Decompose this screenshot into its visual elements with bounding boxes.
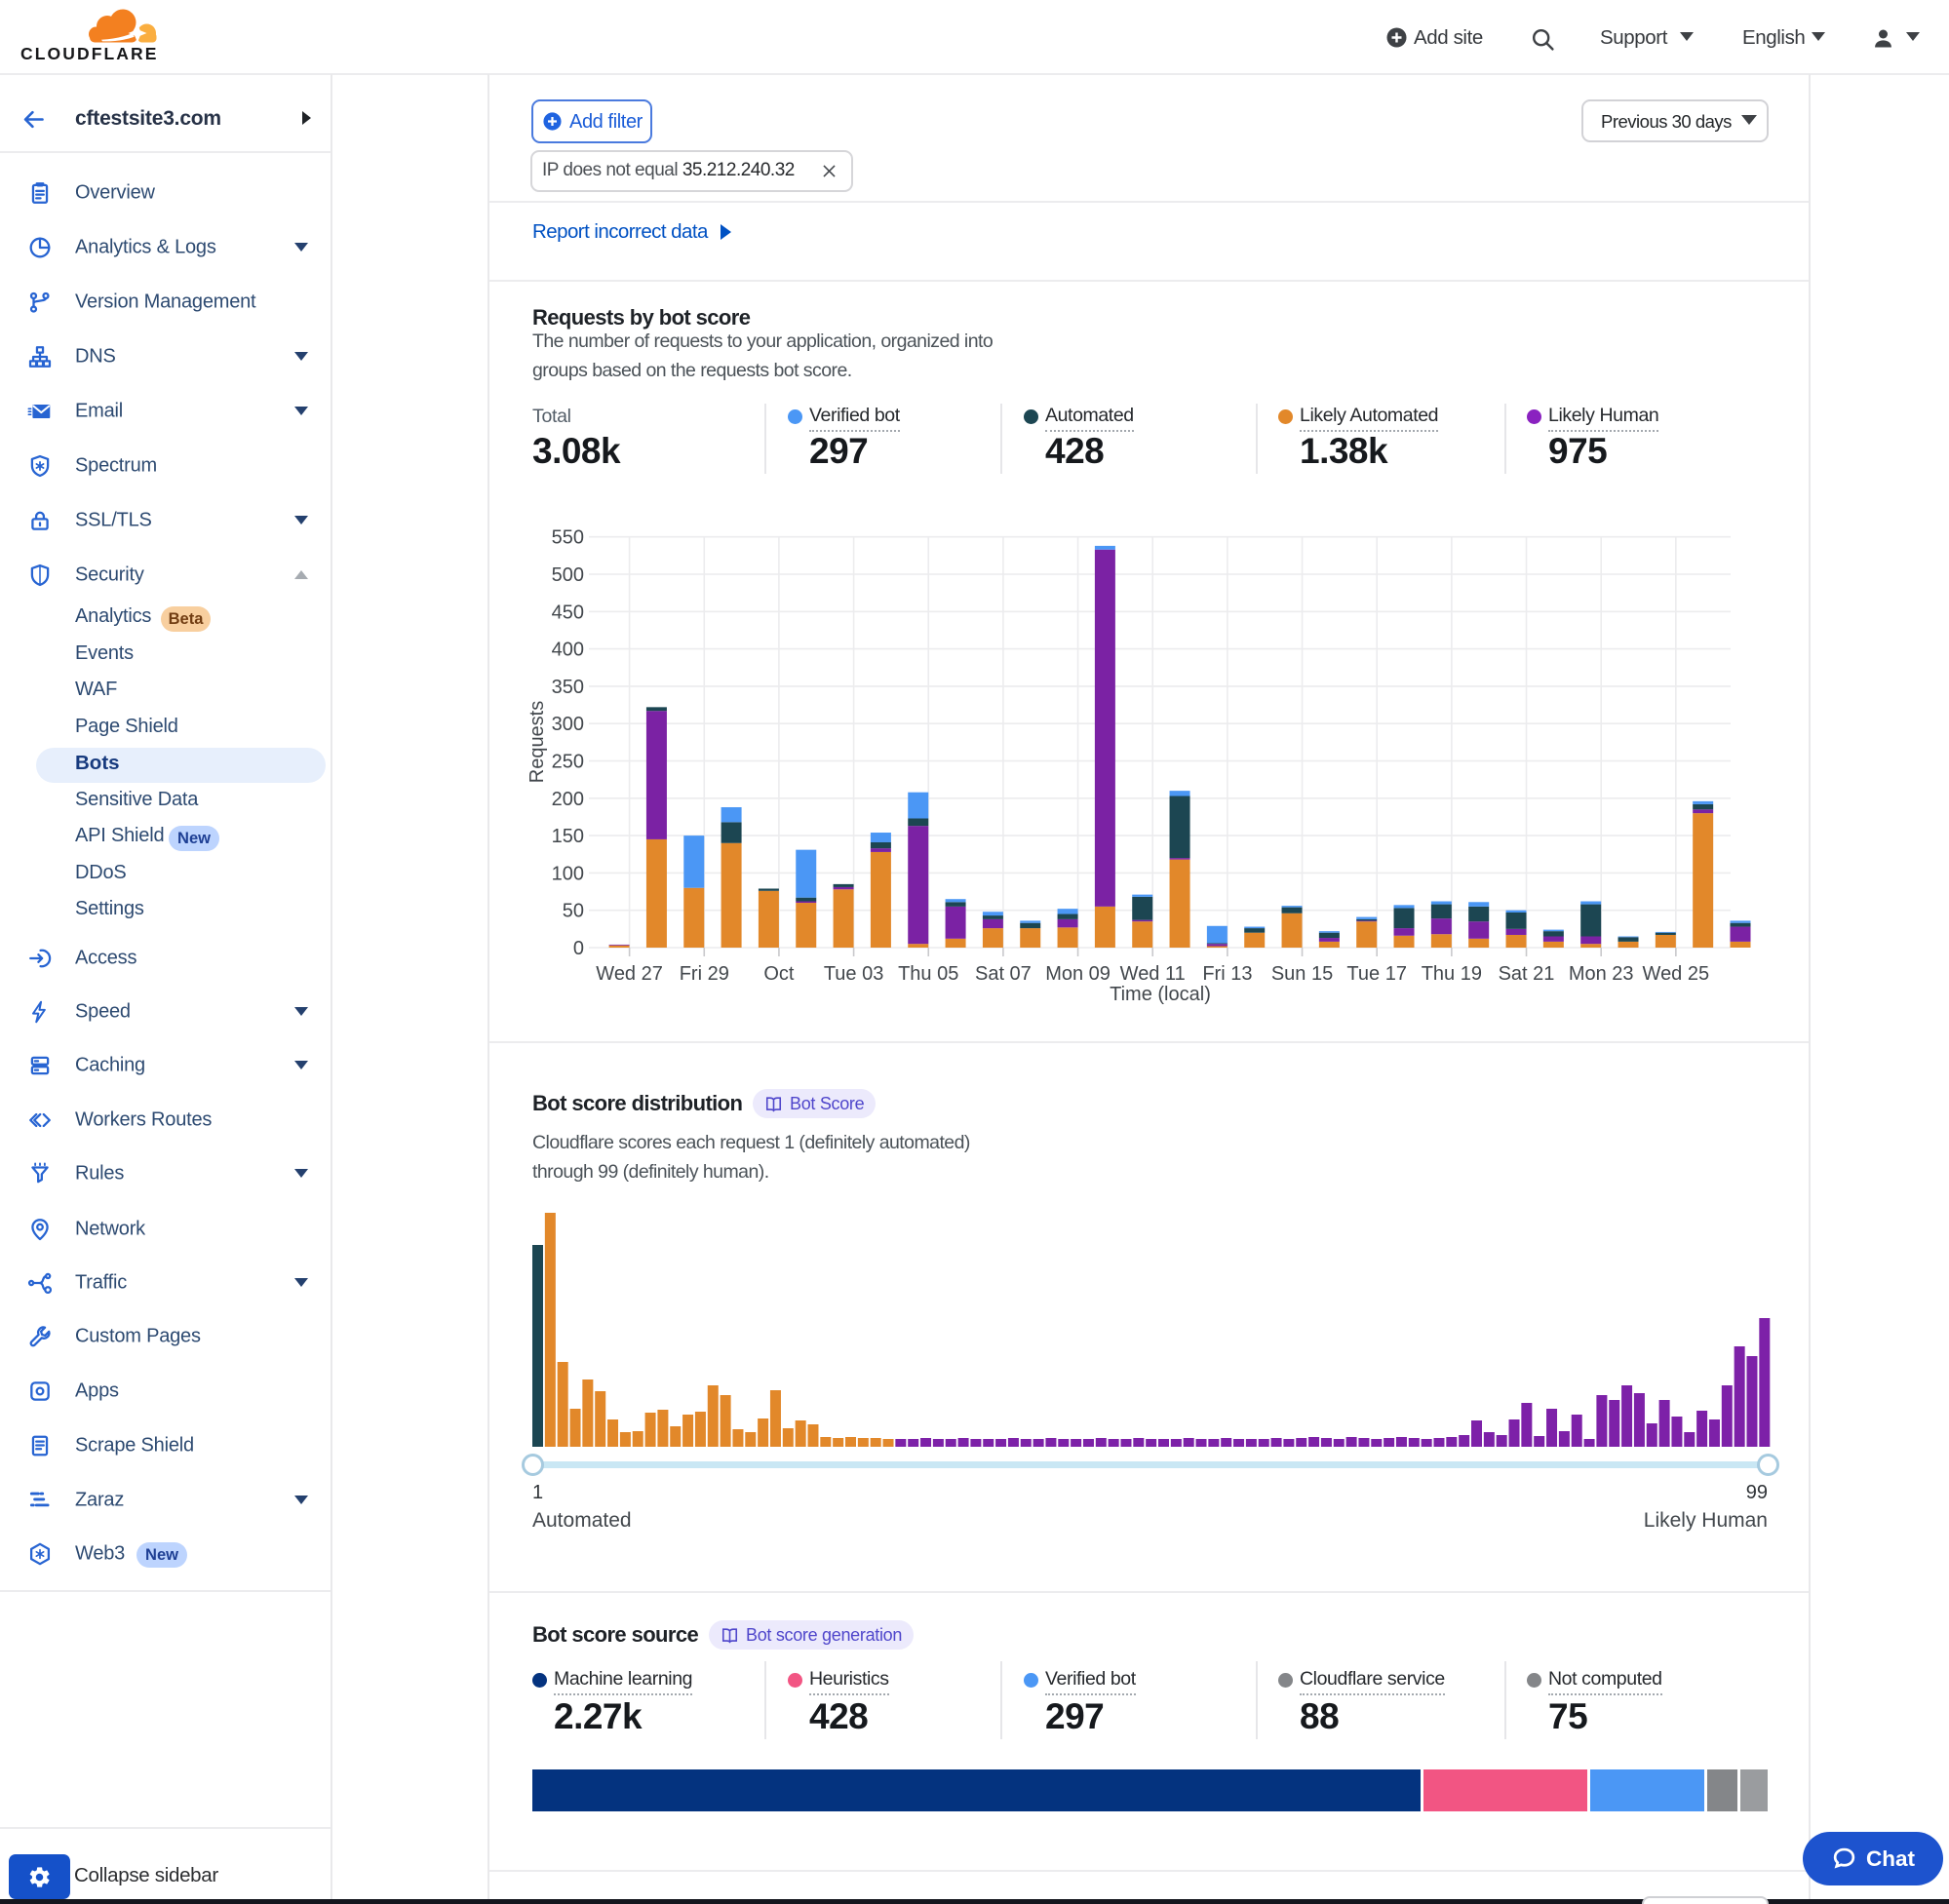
- svg-text:Wed 11: Wed 11: [1120, 963, 1186, 985]
- svg-text:350: 350: [552, 677, 584, 698]
- svg-text:Thu 05: Thu 05: [898, 963, 958, 985]
- svg-text:400: 400: [552, 640, 584, 661]
- svg-text:Tue 17: Tue 17: [1346, 963, 1407, 985]
- svg-text:Sat 21: Sat 21: [1499, 963, 1555, 985]
- svg-text:Fri 29: Fri 29: [680, 963, 729, 985]
- svg-text:Tue 03: Tue 03: [824, 963, 884, 985]
- svg-text:100: 100: [552, 863, 584, 884]
- svg-text:Thu 19: Thu 19: [1422, 963, 1482, 985]
- svg-text:Fri 13: Fri 13: [1202, 963, 1252, 985]
- svg-text:Sat 07: Sat 07: [975, 963, 1032, 985]
- svg-text:150: 150: [552, 826, 584, 847]
- svg-text:300: 300: [552, 714, 584, 735]
- svg-text:Mon 23: Mon 23: [1569, 963, 1634, 985]
- svg-text:Time (local): Time (local): [1110, 984, 1211, 1005]
- svg-text:500: 500: [552, 564, 584, 586]
- svg-text:Requests: Requests: [526, 701, 548, 784]
- svg-text:550: 550: [552, 527, 584, 549]
- svg-text:Mon 09: Mon 09: [1045, 963, 1111, 985]
- svg-text:450: 450: [552, 602, 584, 623]
- svg-text:200: 200: [552, 789, 584, 810]
- svg-text:50: 50: [563, 901, 584, 922]
- svg-text:0: 0: [573, 938, 584, 959]
- svg-text:Sun 15: Sun 15: [1271, 963, 1333, 985]
- svg-text:Wed 25: Wed 25: [1643, 963, 1710, 985]
- svg-text:Wed 27: Wed 27: [596, 963, 663, 985]
- svg-text:250: 250: [552, 752, 584, 773]
- svg-text:Oct: Oct: [763, 963, 795, 985]
